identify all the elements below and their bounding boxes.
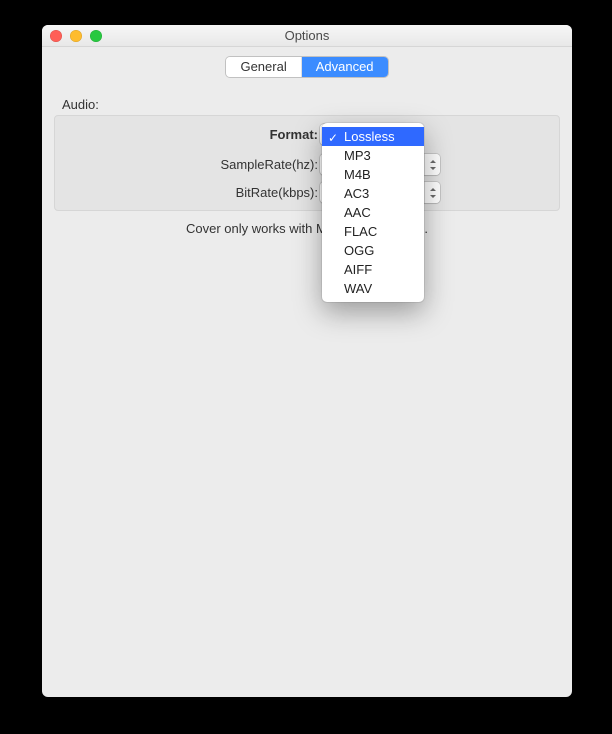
cover-note: Cover only works with M4A and MP3 files.: [42, 221, 572, 236]
format-menu-item[interactable]: ✓ Lossless: [322, 127, 424, 146]
chevron-updown-icon: [424, 182, 440, 203]
audio-panel: Format: Lossless SampleRate(hz): BitRate…: [54, 115, 560, 211]
tab-general[interactable]: General: [226, 57, 301, 77]
format-menu-item[interactable]: AIFF: [322, 260, 424, 279]
zoom-icon[interactable]: [90, 30, 102, 42]
format-menu: ✓ Lossless MP3 M4B AC3 AAC FLAC OGG AIFF…: [322, 123, 424, 302]
format-menu-item[interactable]: MP3: [322, 146, 424, 165]
format-menu-item[interactable]: AAC: [322, 203, 424, 222]
format-menu-item[interactable]: OGG: [322, 241, 424, 260]
audio-section-label: Audio:: [62, 97, 99, 112]
tab-advanced[interactable]: Advanced: [302, 57, 388, 77]
titlebar: Options: [42, 25, 572, 47]
chevron-updown-icon: [424, 154, 440, 175]
format-menu-item[interactable]: WAV: [322, 279, 424, 298]
format-menu-item[interactable]: M4B: [322, 165, 424, 184]
tab-bar: General Advanced: [42, 47, 572, 77]
options-window: Options General Advanced Audio: Format: …: [42, 25, 572, 697]
format-menu-item[interactable]: FLAC: [322, 222, 424, 241]
minimize-icon[interactable]: [70, 30, 82, 42]
format-label: Format:: [55, 127, 320, 142]
traffic-lights: [50, 30, 102, 42]
bitrate-label: BitRate(kbps):: [55, 185, 320, 200]
close-icon[interactable]: [50, 30, 62, 42]
samplerate-label: SampleRate(hz):: [55, 157, 320, 172]
window-title: Options: [42, 25, 572, 47]
format-menu-item[interactable]: AC3: [322, 184, 424, 203]
